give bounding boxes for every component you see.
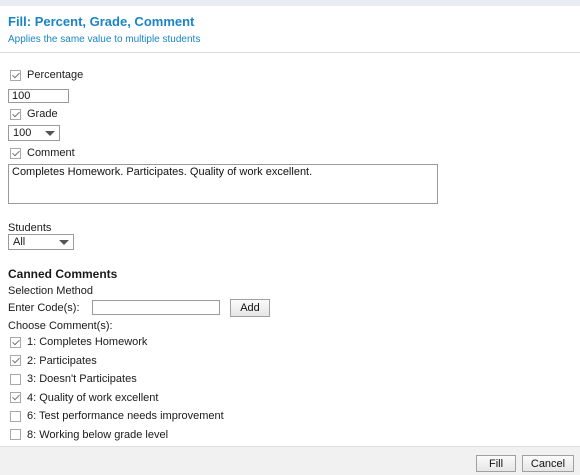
grade-select[interactable]: 100 [8, 125, 60, 141]
grade-checkbox-row[interactable]: Grade [10, 108, 58, 120]
comment-checkbox[interactable] [10, 147, 21, 159]
selection-method-label: Selection Method [8, 285, 93, 297]
canned-comment-checkbox[interactable] [10, 410, 21, 422]
canned-comment-checkbox[interactable] [10, 355, 21, 367]
chevron-down-icon [59, 239, 69, 245]
canned-comment-list: 1: Completes Homework 2: Participates 3:… [10, 333, 224, 444]
choose-comments-label: Choose Comment(s): [8, 320, 113, 332]
canned-comment-checkbox[interactable] [10, 392, 21, 404]
canned-comment-label: 6: Test performance needs improvement [27, 410, 224, 423]
list-item[interactable]: 6: Test performance needs improvement [10, 407, 224, 426]
fill-button[interactable]: Fill [476, 455, 516, 472]
enter-code-label: Enter Code(s): [8, 302, 80, 314]
canned-comment-label: 1: Completes Homework [27, 336, 148, 349]
list-item[interactable]: 8: Working below grade level [10, 426, 224, 445]
chevron-down-icon [45, 130, 55, 136]
grade-checkbox[interactable] [10, 108, 21, 120]
code-input[interactable] [92, 300, 220, 315]
students-select[interactable]: All [8, 234, 74, 250]
canned-comments-heading: Canned Comments [8, 267, 118, 281]
canned-comment-checkbox[interactable] [10, 373, 21, 385]
canned-comment-label: 4: Quality of work excellent [27, 391, 159, 404]
list-item[interactable]: 1: Completes Homework [10, 333, 224, 352]
add-code-button[interactable]: Add [230, 299, 270, 317]
students-select-value: All [13, 236, 26, 248]
header-divider [0, 52, 580, 53]
grade-label: Grade [27, 108, 58, 120]
comment-label: Comment [27, 147, 75, 159]
dialog-title: Fill: Percent, Grade, Comment [8, 14, 195, 29]
canned-comment-label: 8: Working below grade level [27, 428, 169, 441]
percentage-input[interactable] [8, 89, 69, 103]
dialog-top-band [0, 0, 580, 6]
comment-textarea[interactable] [8, 164, 438, 204]
list-item[interactable]: 3: Doesn't Participates [10, 370, 224, 389]
cancel-button[interactable]: Cancel [522, 455, 574, 472]
canned-comment-checkbox[interactable] [10, 429, 21, 441]
dialog-subtitle: Applies the same value to multiple stude… [8, 34, 201, 45]
list-item[interactable]: 2: Participates [10, 352, 224, 371]
percentage-label: Percentage [27, 69, 84, 81]
canned-comment-label: 3: Doesn't Participates [27, 373, 137, 386]
list-item[interactable]: 4: Quality of work excellent [10, 389, 224, 408]
grade-select-value: 100 [13, 127, 32, 139]
percentage-checkbox-row[interactable]: Percentage [10, 69, 83, 81]
comment-checkbox-row[interactable]: Comment [10, 147, 75, 159]
canned-comment-checkbox[interactable] [10, 336, 21, 348]
canned-comment-label: 2: Participates [27, 354, 97, 367]
students-label: Students [8, 222, 52, 234]
percentage-checkbox[interactable] [10, 69, 21, 81]
